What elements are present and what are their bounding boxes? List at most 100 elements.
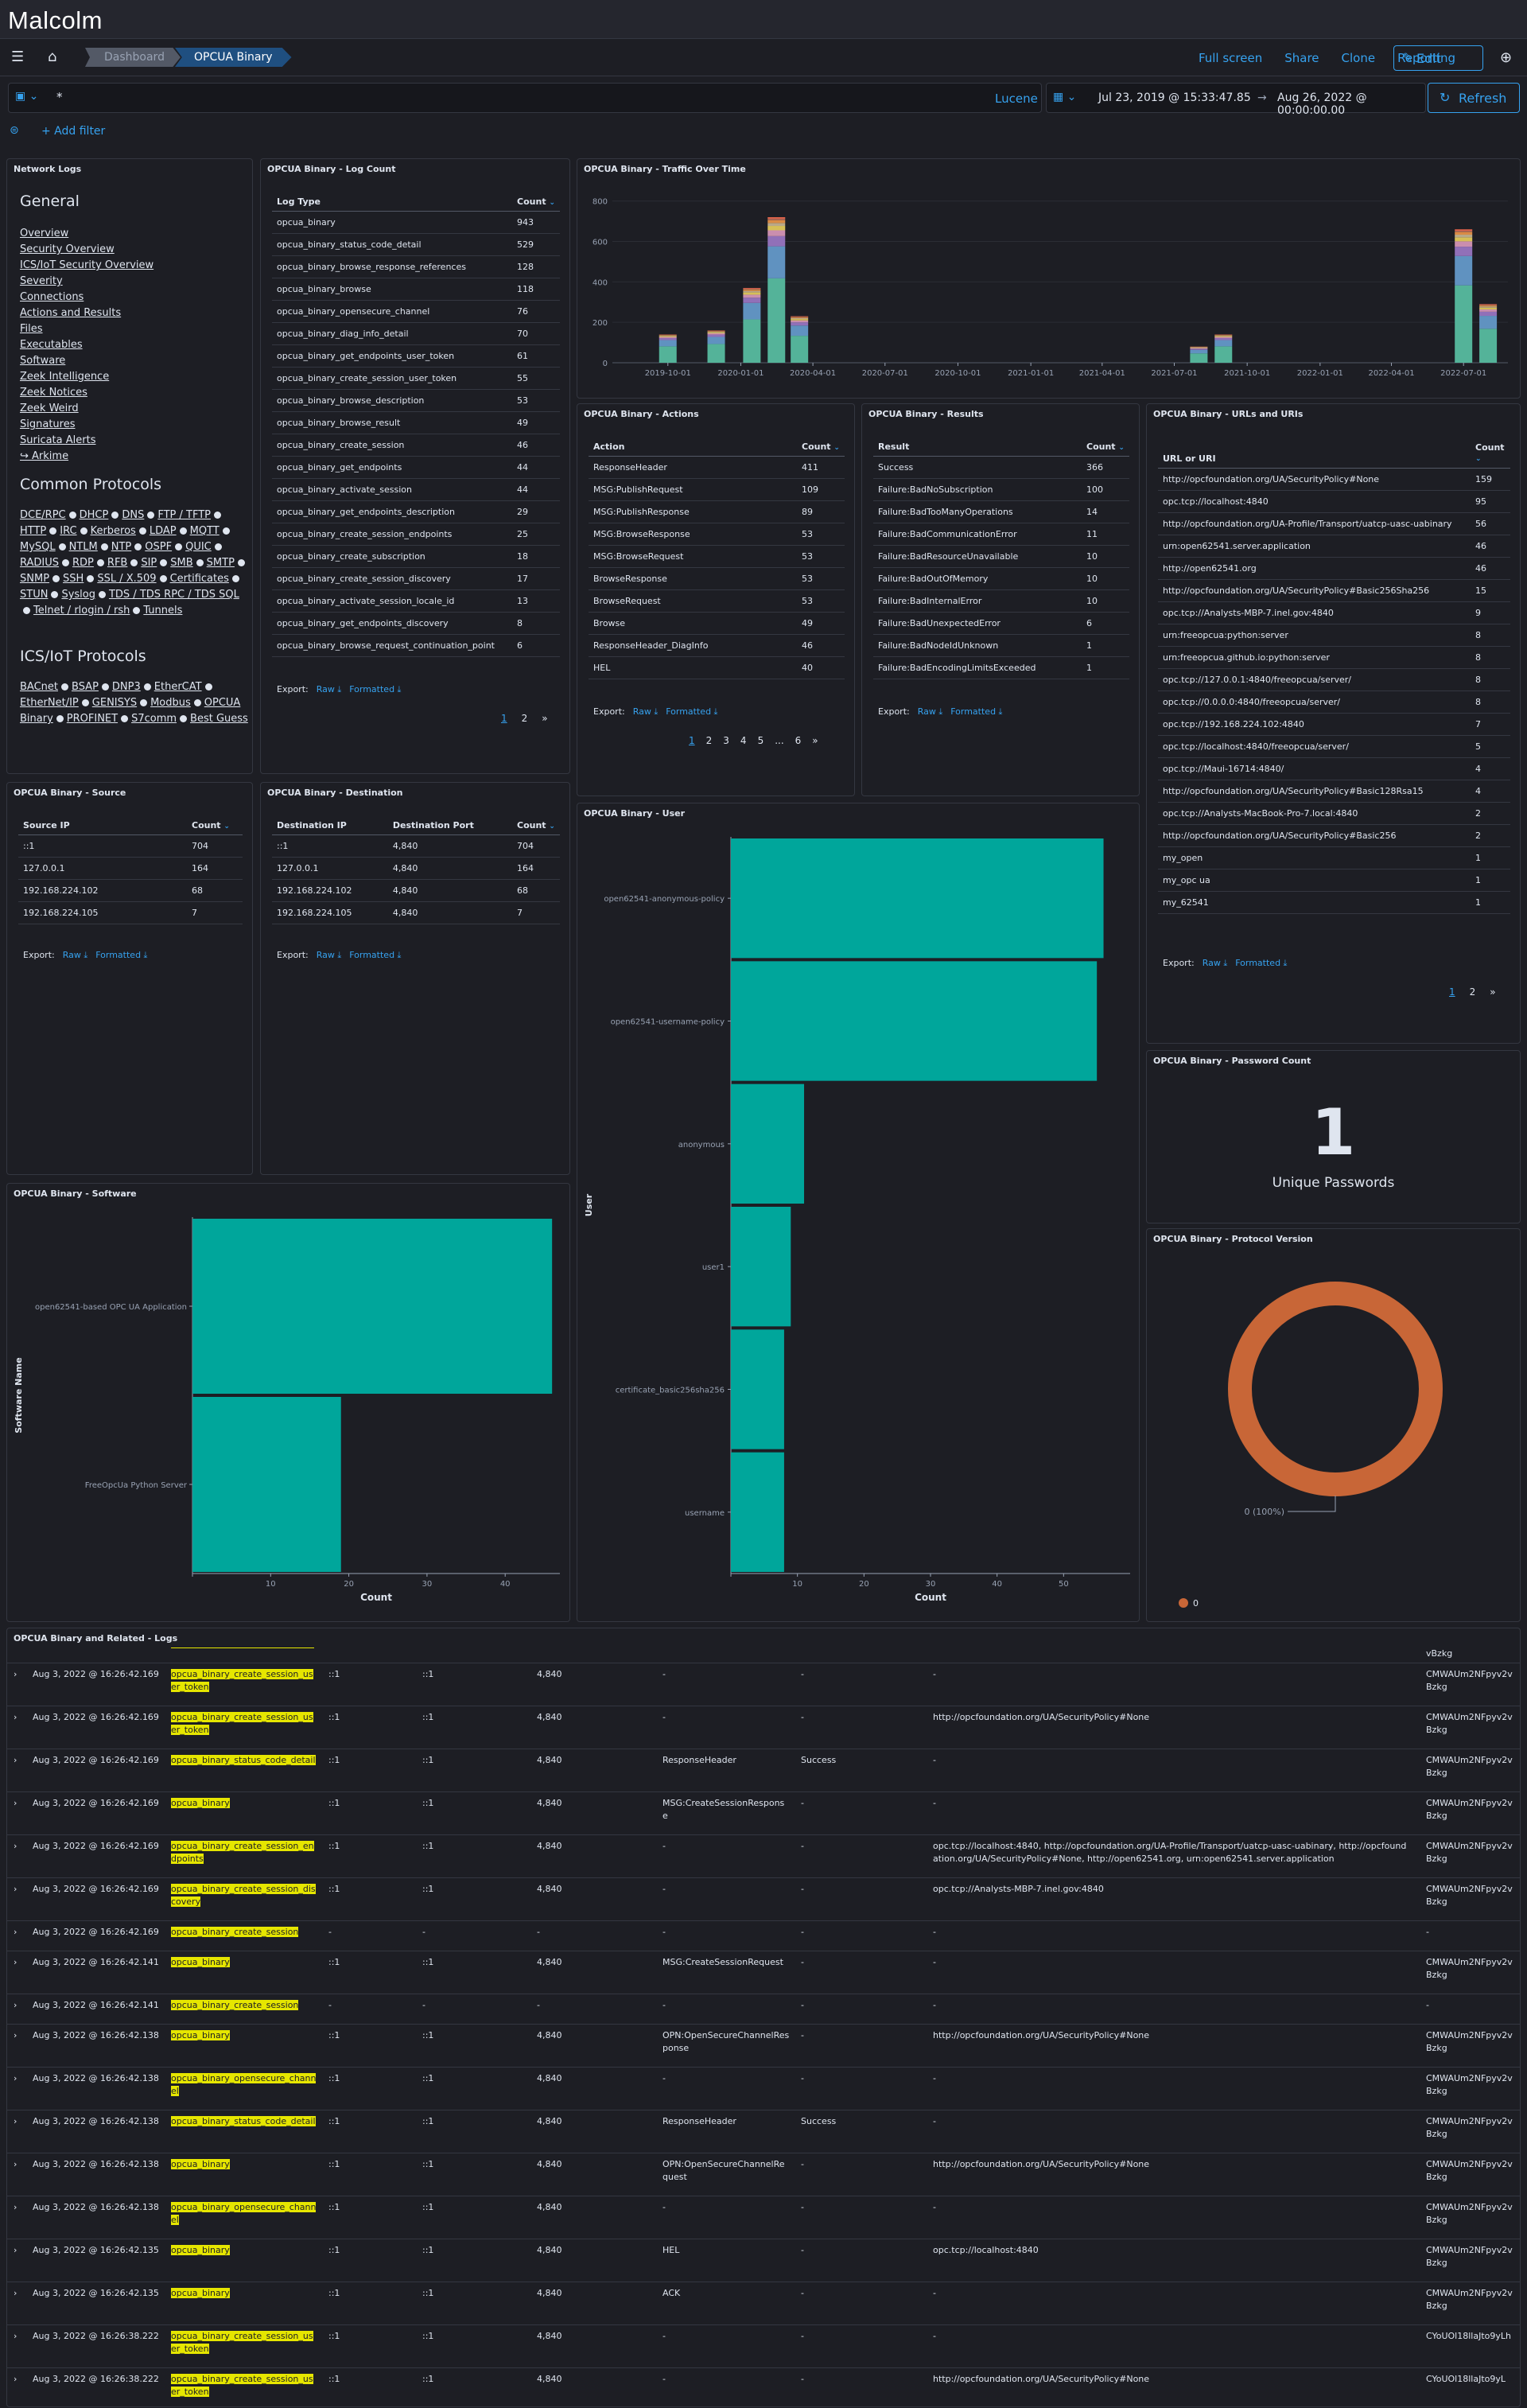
table-cell[interactable]: Failure:BadOutOfMemory (873, 567, 1082, 590)
table-cell[interactable]: 53 (797, 523, 845, 546)
log-cell-uid[interactable]: - (1426, 1999, 1513, 2012)
table-cell[interactable]: 366 (1082, 456, 1129, 479)
nav-link[interactable]: RFB (107, 557, 127, 569)
table-cell[interactable]: 9 (1471, 601, 1510, 624)
table-cell[interactable]: opcua_binary_create_subscription (272, 545, 513, 568)
table-cell[interactable]: 56 (1471, 512, 1510, 535)
log-cell-type[interactable]: opcua_binary_create_session_user_token (171, 1711, 318, 1737)
table-cell[interactable]: http://open62541.org (1158, 557, 1471, 580)
nav-link[interactable]: BACnet (20, 681, 58, 693)
table-cell[interactable]: 7 (512, 901, 560, 924)
log-cell-uid[interactable]: CMWAUm2NFpyv2vBzkg (1426, 2287, 1513, 2313)
log-cell-dst[interactable]: ::1 (422, 1668, 502, 1681)
export-formatted-link[interactable]: Formatted ⤓ (95, 950, 147, 960)
table-cell[interactable]: 192.168.224.105 (18, 901, 187, 924)
log-cell-time[interactable]: Aug 3, 2022 @ 16:26:42.138 (33, 2115, 168, 2128)
column-header-count[interactable]: Count ⌄ (512, 193, 560, 212)
log-cell-port[interactable]: 4,840 (537, 2244, 616, 2257)
log-cell-action[interactable]: - (662, 1668, 790, 1681)
expand-chevron-icon[interactable]: › (14, 1754, 17, 1767)
clone-link[interactable]: Clone (1342, 51, 1376, 65)
log-cell-uri[interactable]: opc.tcp://localhost:4840, http://opcfoun… (933, 1840, 1410, 1865)
expand-chevron-icon[interactable]: › (14, 1668, 17, 1681)
table-cell[interactable]: 44 (512, 456, 560, 479)
table-cell[interactable]: 61 (512, 344, 560, 368)
log-cell-time[interactable]: Aug 3, 2022 @ 16:26:42.169 (33, 1668, 168, 1681)
export-formatted-link[interactable]: Formatted ⤓ (349, 950, 401, 960)
export-raw-link[interactable]: Raw ⤓ (317, 684, 342, 694)
table-cell[interactable]: 127.0.0.1 (272, 857, 388, 880)
log-cell-time[interactable]: Aug 3, 2022 @ 16:26:42.169 (33, 1797, 168, 1810)
table-cell[interactable]: opc.tcp://Analysts-MacBook-Pro-7.local:4… (1158, 802, 1471, 825)
log-cell-dst[interactable]: ::1 (422, 1754, 502, 1767)
log-cell-dst[interactable]: ::1 (422, 1711, 502, 1724)
table-cell[interactable]: MSG:PublishResponse (589, 500, 797, 523)
log-cell-action[interactable]: - (662, 2330, 790, 2343)
log-row[interactable]: › Aug 3, 2022 @ 16:26:42.138 opcua_binary:… (7, 2153, 1520, 2196)
filter-options-icon[interactable]: ⊜ (10, 124, 19, 137)
table-cell[interactable]: http://opcfoundation.org/UA/SecurityPoli… (1158, 468, 1471, 491)
table-cell[interactable]: 164 (512, 857, 560, 880)
log-row[interactable]: › Aug 3, 2022 @ 16:26:38.222 opcua_binary_… (7, 2368, 1520, 2406)
log-cell-result[interactable]: - (801, 2287, 920, 2300)
expand-chevron-icon[interactable]: › (14, 2373, 17, 2386)
log-cell-time[interactable]: Aug 3, 2022 @ 16:26:42.169 (33, 1883, 168, 1896)
log-cell-result[interactable]: - (801, 1926, 920, 1939)
table-cell[interactable]: opcua_binary_status_code_detail (272, 233, 513, 256)
log-row[interactable]: › Aug 3, 2022 @ 16:26:42.169 opcua_binary_… (7, 1663, 1520, 1706)
table-cell[interactable]: 18 (512, 545, 560, 568)
log-cell-src[interactable]: ::1 (328, 2115, 408, 2128)
log-cell-result[interactable]: Success (801, 2115, 920, 2128)
log-row[interactable]: › Aug 3, 2022 @ 16:26:42.138 opcua_binary_… (7, 2110, 1520, 2153)
table-cell[interactable]: 68 (187, 879, 243, 902)
table-cell[interactable]: 68 (512, 879, 560, 902)
table-cell[interactable]: 46 (1471, 557, 1510, 580)
table-cell[interactable]: Failure:BadTooManyOperations (873, 500, 1082, 523)
table-cell[interactable]: 70 (512, 322, 560, 345)
log-cell-uri[interactable]: opc.tcp://localhost:4840 (933, 2244, 1410, 2257)
log-cell-type[interactable]: opcua_binary_create_session_discovery (171, 1883, 318, 1908)
log-cell-action[interactable]: - (662, 1999, 790, 2012)
nav-link[interactable]: Actions and Results (20, 307, 121, 319)
table-cell[interactable]: 8 (512, 612, 560, 635)
nav-link[interactable]: PROFINET (67, 713, 118, 725)
log-cell-type[interactable]: opcua_binary_create_session_user_token (171, 1668, 318, 1694)
nav-link[interactable]: S7comm (131, 713, 177, 725)
table-cell[interactable]: BrowseResponse (589, 567, 797, 590)
log-cell-result[interactable]: - (801, 2244, 920, 2257)
table-cell[interactable]: MSG:BrowseResponse (589, 523, 797, 546)
log-cell-port[interactable]: 4,840 (537, 2287, 616, 2300)
log-cell-port[interactable]: 4,840 (537, 1883, 616, 1896)
log-cell-action[interactable]: - (662, 2072, 790, 2085)
log-cell-port[interactable]: 4,840 (537, 2201, 616, 2214)
log-cell-src[interactable]: ::1 (328, 1711, 408, 1724)
page-link[interactable]: 1 (689, 735, 695, 746)
table-cell[interactable]: MSG:PublishRequest (589, 478, 797, 501)
column-header[interactable]: Destination Port (387, 816, 512, 835)
nav-link[interactable]: NTP (111, 541, 132, 553)
expand-chevron-icon[interactable]: › (14, 2029, 17, 2042)
table-cell[interactable]: Failure:BadEncodingLimitsExceeded (873, 656, 1082, 679)
column-header-count[interactable]: Count ⌄ (1082, 438, 1129, 457)
table-cell[interactable]: 53 (797, 589, 845, 613)
globe-icon[interactable]: ⊕ (1500, 49, 1512, 66)
log-cell-uid[interactable]: CMWAUm2NFpyv2vBzkg (1426, 1840, 1513, 1865)
table-cell[interactable]: http://opcfoundation.org/UA-Profile/Tran… (1158, 512, 1471, 535)
table-cell[interactable]: 7 (187, 901, 243, 924)
table-cell[interactable]: 40 (797, 656, 845, 679)
log-cell-uid[interactable]: CYoUOl18llaJto9yLh (1426, 2330, 1513, 2343)
nav-link[interactable]: SSL / X.509 (97, 573, 156, 585)
log-row[interactable]: vBzkg (7, 1646, 1520, 1663)
table-cell[interactable]: ResponseHeader_DiagInfo (589, 634, 797, 657)
log-cell-time[interactable]: Aug 3, 2022 @ 16:26:42.138 (33, 2072, 168, 2085)
nav-link[interactable]: OSPF (145, 541, 172, 553)
next-page[interactable]: » (1490, 986, 1495, 998)
log-cell-dst[interactable]: ::1 (422, 2115, 502, 2128)
log-cell-action[interactable]: ResponseHeader (662, 1754, 790, 1767)
table-cell[interactable]: Browse (589, 612, 797, 635)
nav-link[interactable]: DNS (122, 509, 144, 521)
log-cell-uid[interactable]: vBzkg (1426, 1647, 1513, 1660)
log-cell-time[interactable]: Aug 3, 2022 @ 16:26:42.169 (33, 1926, 168, 1939)
log-cell-port[interactable]: 4,840 (537, 2373, 616, 2386)
table-cell[interactable]: opcua_binary_create_session (272, 434, 513, 457)
